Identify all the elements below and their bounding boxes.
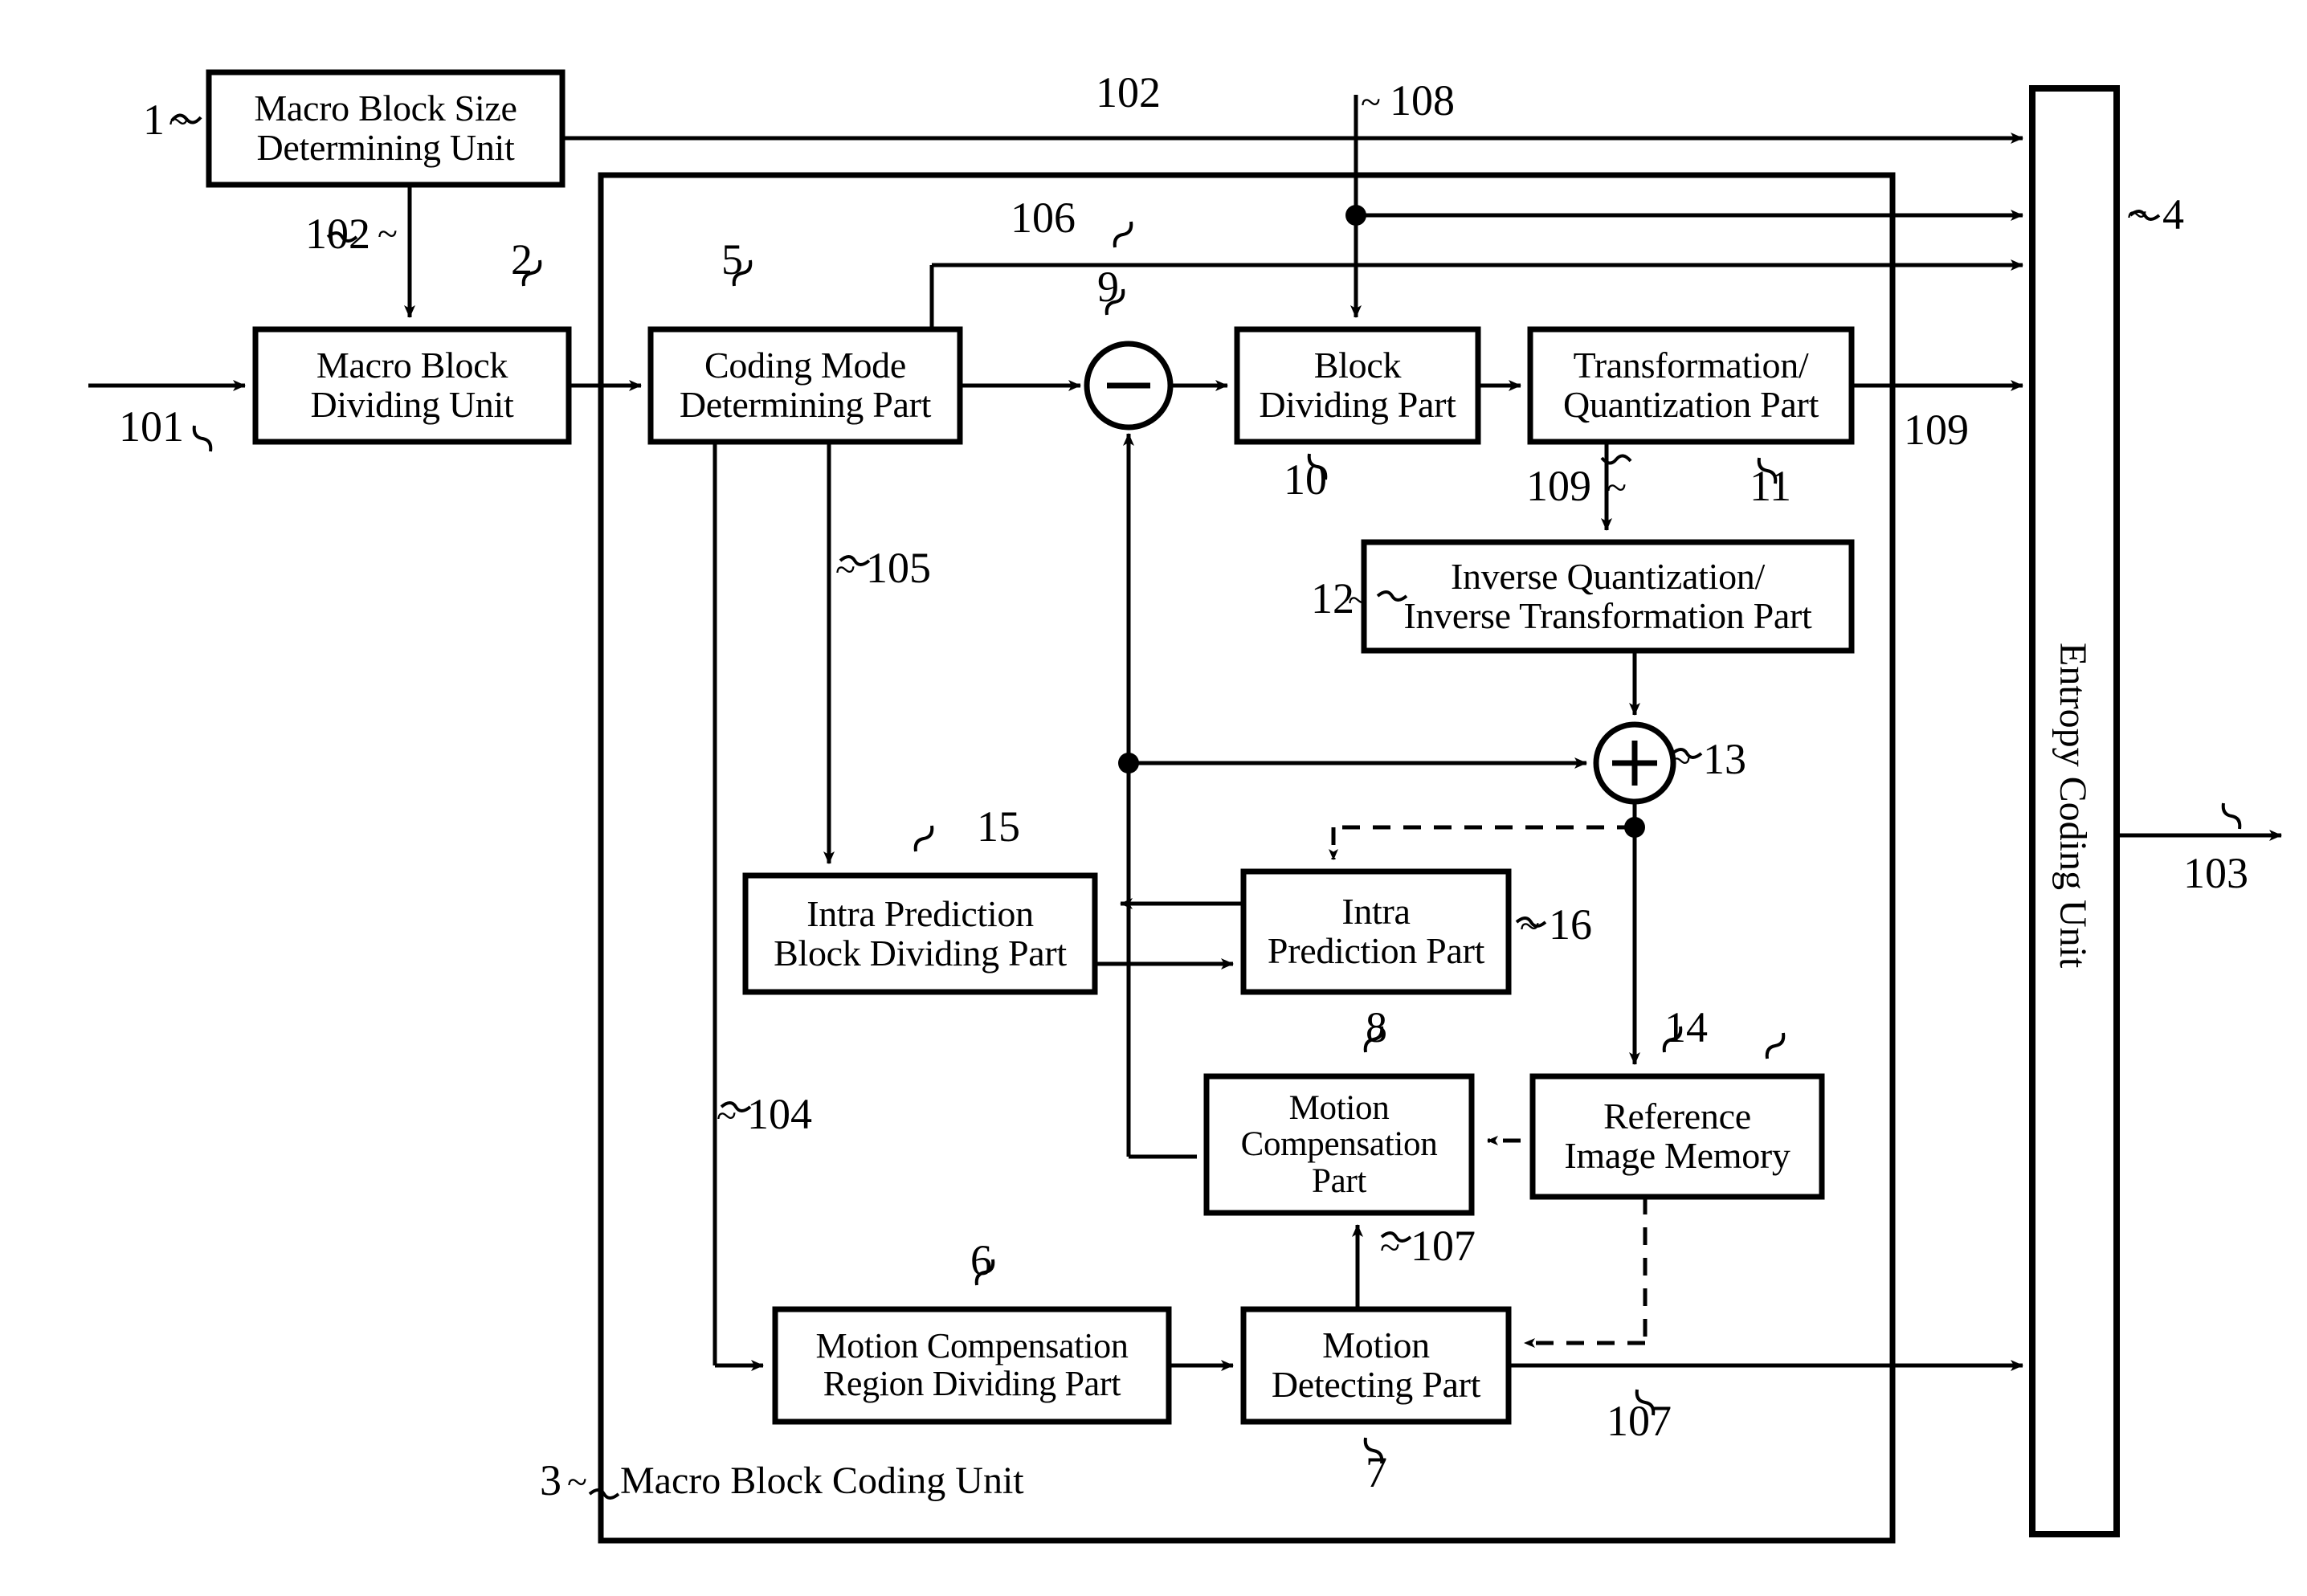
- ref-numeral-15: 15: [977, 802, 1020, 851]
- intra-prediction-part-label: Intra Prediction Part: [1267, 891, 1485, 971]
- junction-recon: [1624, 817, 1645, 838]
- motion-compensation-region-dividing-part-label: Motion Compensation Region Dividing Part: [815, 1326, 1129, 1403]
- transformation-quantization-part-label: Transformation/Quantization Part: [1562, 345, 1819, 425]
- signal-108: 108: [1390, 76, 1455, 124]
- motion-detecting-part-label: Motion Detecting Part: [1271, 1325, 1481, 1405]
- inverse-quantization-part-label: Inverse Quantization/Inverse Transformat…: [1403, 555, 1812, 636]
- tilde-102-side: ~: [378, 213, 398, 254]
- coding-mode-determining-part-label: Coding Mode Determining Part: [679, 345, 932, 425]
- ref-numeral-11: 11: [1750, 462, 1791, 510]
- signal-107-up: 107: [1411, 1222, 1476, 1270]
- leader-squiggles: [170, 113, 2242, 1500]
- motion-compensation-part-label: Motion Compensation Part: [1240, 1088, 1438, 1200]
- figure-canvas: Macro Block Size Determining Unit Macro B…: [0, 0, 2307, 1596]
- tilde-13: ~: [1671, 740, 1691, 781]
- macro-block-coding-unit-label: Macro Block Coding Unit: [620, 1459, 1024, 1502]
- ref-numeral-5: 5: [721, 235, 743, 284]
- ref-numeral-8: 8: [1366, 1003, 1387, 1051]
- tilde-16: ~: [1520, 905, 1540, 946]
- tilde-107-up: ~: [1380, 1227, 1400, 1267]
- reference-image-memory-label: Reference Image Memory: [1564, 1096, 1790, 1176]
- signal-107-right: 107: [1607, 1397, 1672, 1445]
- signal-109-down: 109: [1526, 462, 1591, 510]
- signal-102-top: 102: [1096, 68, 1161, 116]
- tilde-104: ~: [717, 1095, 737, 1136]
- macro-block-size-determining-unit-label: Macro Block Size Determining Unit: [254, 88, 517, 168]
- ref-numeral-4: 4: [2162, 190, 2184, 239]
- ref-numeral-9: 9: [1097, 263, 1119, 311]
- tilde-4: ~: [2127, 194, 2147, 235]
- junction-dots: [1118, 205, 1645, 838]
- tilde-105: ~: [835, 549, 855, 590]
- junction-pred: [1118, 753, 1139, 774]
- entropy-coding-unit-label: Entropy Coding Unit: [2052, 643, 2094, 969]
- signal-109-right: 109: [1904, 406, 1969, 454]
- tilde-3: ~: [567, 1461, 587, 1502]
- signal-105: 105: [866, 544, 931, 592]
- ref-numeral-7: 7: [1366, 1448, 1387, 1496]
- tilde-109-down: ~: [1607, 467, 1627, 508]
- signal-101: 101: [119, 402, 184, 451]
- ref-numeral-1: 1: [143, 96, 165, 144]
- intra-prediction-block-dividing-part-label: Intra Prediction Block Dividing Part: [774, 892, 1067, 974]
- tilde-1: ~: [169, 100, 189, 141]
- signal-104: 104: [747, 1090, 812, 1138]
- tilde-108: ~: [1361, 81, 1381, 122]
- signal-106: 106: [1011, 194, 1076, 242]
- ref-numeral-13: 13: [1703, 735, 1746, 783]
- ref-numeral-10: 10: [1284, 455, 1327, 504]
- ref-numeral-16: 16: [1549, 900, 1592, 949]
- ref-numeral-14: 14: [1664, 1003, 1708, 1051]
- block-dividing-part-label: Block Dividing Part: [1259, 345, 1456, 425]
- ref-numeral-2: 2: [511, 235, 533, 284]
- signal-103: 103: [2183, 849, 2248, 897]
- junction-108: [1345, 205, 1366, 226]
- tilde-12: ~: [1348, 579, 1368, 620]
- ref-numeral-6: 6: [970, 1236, 992, 1284]
- macro-block-dividing-unit-label: Macro Block Dividing Unit: [310, 345, 514, 425]
- ref-numeral-3: 3: [540, 1456, 561, 1504]
- signal-102-side: 102: [305, 210, 370, 258]
